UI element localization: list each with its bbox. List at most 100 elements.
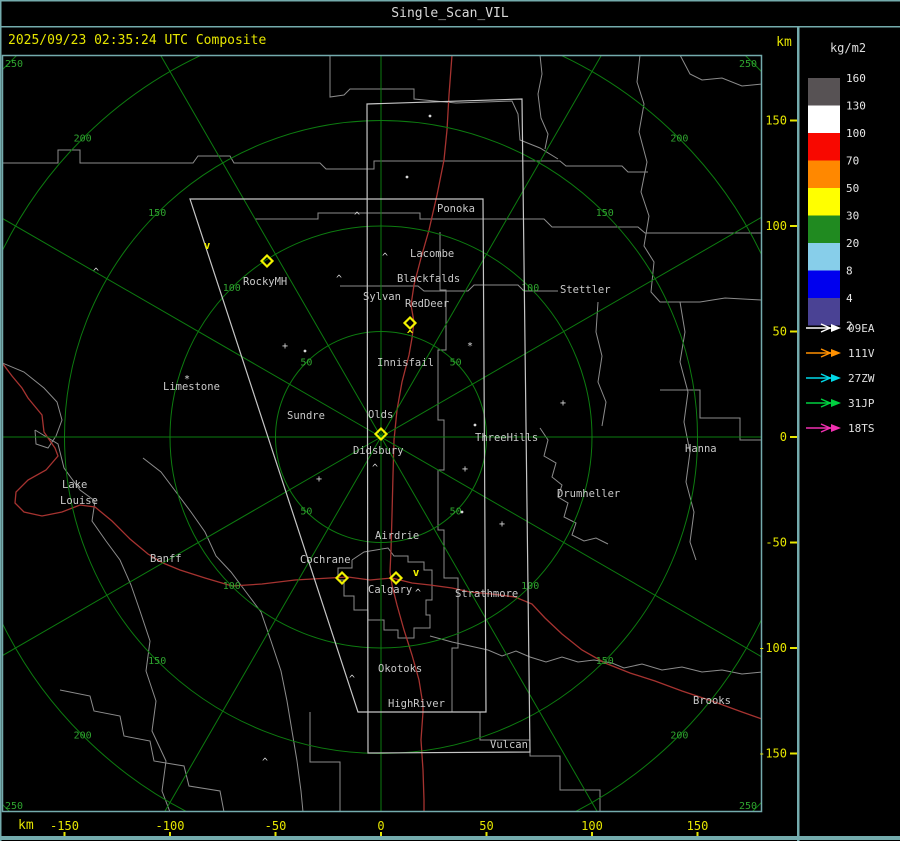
town-marker: ^ <box>93 267 99 278</box>
city-label-banff: Banff <box>150 553 182 565</box>
city-label-sylvan: Sylvan <box>363 291 401 303</box>
map-canvas[interactable] <box>2 55 762 812</box>
legend-swatch <box>808 160 840 188</box>
right-axis-tick-label: 100 <box>765 219 787 233</box>
city-label-lake: Lake <box>62 479 87 491</box>
city-label-airdrie: Airdrie <box>375 530 419 542</box>
panel-divider-line <box>797 27 800 841</box>
right-axis-tick-label: -100 <box>758 641 787 655</box>
radar-arrow-head <box>831 374 841 382</box>
city-label-ponoka: Ponoka <box>437 203 475 215</box>
town-marker: * <box>467 341 473 352</box>
city-label-reddeer: RedDeer <box>405 298 449 310</box>
town-dot-marker <box>428 114 432 118</box>
legend-swatch <box>808 215 840 243</box>
right-axis-tick-label: -150 <box>758 747 787 761</box>
range-label-50km: 50 <box>450 357 462 368</box>
bottom-border-strip <box>0 836 900 840</box>
range-label-250km: 250 <box>5 801 23 812</box>
range-label-200km: 200 <box>670 730 688 741</box>
legend-swatch <box>808 188 840 216</box>
radar-arrow-head <box>831 399 841 407</box>
radar-site-id-label: 27ZW <box>848 372 875 385</box>
legend-swatch <box>808 270 840 298</box>
city-label-hanna: Hanna <box>685 443 717 455</box>
city-label-lacombe: Lacombe <box>410 248 454 260</box>
range-label-50km: 50 <box>300 357 312 368</box>
town-marker: + <box>560 398 566 409</box>
legend-threshold-label: 8 <box>846 265 853 278</box>
direction-marker: v <box>413 566 420 579</box>
town-marker: + <box>499 519 505 530</box>
city-label-strathmore: Strathmore <box>455 588 518 600</box>
city-label-innisfail: Innisfail <box>377 357 434 369</box>
legend-unit-label: kg/m2 <box>829 41 867 55</box>
city-label-stettler: Stettler <box>560 284 611 296</box>
legend-swatch <box>808 243 840 271</box>
bottom-axis-tick-label: 50 <box>479 819 493 833</box>
city-label-rockymh: RockyMH <box>243 276 287 288</box>
city-label-didsbury: Didsbury <box>353 445 404 457</box>
city-label-brooks: Brooks <box>693 695 731 707</box>
scan-timestamp: 2025/09/23 02:35:24 UTC Composite <box>8 33 267 48</box>
bottom-axis-tick-label: 0 <box>377 819 384 833</box>
city-label-vulcan: Vulcan <box>490 739 528 751</box>
city-label-limestone: Limestone <box>163 381 220 393</box>
radar-site-id-label: 09EA <box>848 322 875 335</box>
range-label-100km: 100 <box>223 283 241 294</box>
radar-display-scene: 505050 50100100100 100150150150 15020020020… <box>0 0 900 841</box>
town-marker: * <box>184 374 190 385</box>
range-label-150km: 150 <box>596 656 614 667</box>
radar-arrow-head <box>831 424 841 432</box>
radar-site-id-label: 31JP <box>848 397 875 410</box>
city-label-olds: Olds <box>368 409 393 421</box>
city-label-okotoks: Okotoks <box>378 663 422 675</box>
legend-threshold-label: 20 <box>846 237 859 250</box>
city-label-cochrane: Cochrane <box>300 554 351 566</box>
right-axis-unit-label: km <box>776 35 792 50</box>
town-marker: ^ <box>349 674 355 685</box>
city-label-highriver: HighRiver <box>388 698 445 710</box>
legend-threshold-label: 160 <box>846 72 866 85</box>
town-marker: ^ <box>372 463 378 474</box>
range-label-200km: 200 <box>74 134 92 145</box>
top-border-line <box>0 0 900 2</box>
town-marker: ^ <box>382 252 388 263</box>
city-label-drumheller: Drumheller <box>557 488 620 500</box>
range-label-100km: 100 <box>521 581 539 592</box>
radar-site-id-label: 111V <box>848 347 875 360</box>
right-axis-tick-label: 50 <box>773 325 787 339</box>
bottom-axis-tick-label: -50 <box>265 819 287 833</box>
range-label-150km: 150 <box>148 656 166 667</box>
bottom-axis-tick-label: -100 <box>156 819 185 833</box>
radar-application-window: 50 50 50 50 100 100 100 100 150 150 150 150 200 200 20… <box>0 0 900 841</box>
legend-threshold-label: 30 <box>846 210 859 223</box>
bottom-axis-unit-label: km <box>18 818 34 833</box>
window-title: Single_Scan_VIL <box>391 6 509 21</box>
town-marker: ^ <box>336 274 342 285</box>
city-label-louise: Louise <box>60 495 98 507</box>
town-dot-marker <box>405 175 409 179</box>
town-marker: + <box>316 474 322 485</box>
bottom-axis-tick-label: 100 <box>581 819 603 833</box>
city-label-calgary: Calgary <box>368 584 412 596</box>
legend-threshold-label: 50 <box>846 182 859 195</box>
range-label-50km: 50 <box>300 507 312 518</box>
range-label-200km: 200 <box>74 730 92 741</box>
town-dot-marker <box>303 349 307 353</box>
legend-threshold-label: 4 <box>846 292 853 305</box>
town-marker: + <box>282 341 288 352</box>
town-marker: ^ <box>415 588 421 599</box>
direction-marker: ^ <box>407 328 414 341</box>
radar-site-id-label: 18TS <box>848 422 875 435</box>
range-label-100km: 100 <box>223 581 241 592</box>
right-axis-tick-label: 150 <box>765 114 787 128</box>
legend-swatch <box>808 105 840 133</box>
town-dot-marker <box>460 510 464 514</box>
legend-swatch <box>808 78 840 106</box>
legend-threshold-label: 130 <box>846 100 866 113</box>
direction-marker: v <box>204 239 211 252</box>
title-divider-line <box>0 26 900 28</box>
legend-swatch <box>808 133 840 161</box>
town-marker: ^ <box>262 757 268 768</box>
